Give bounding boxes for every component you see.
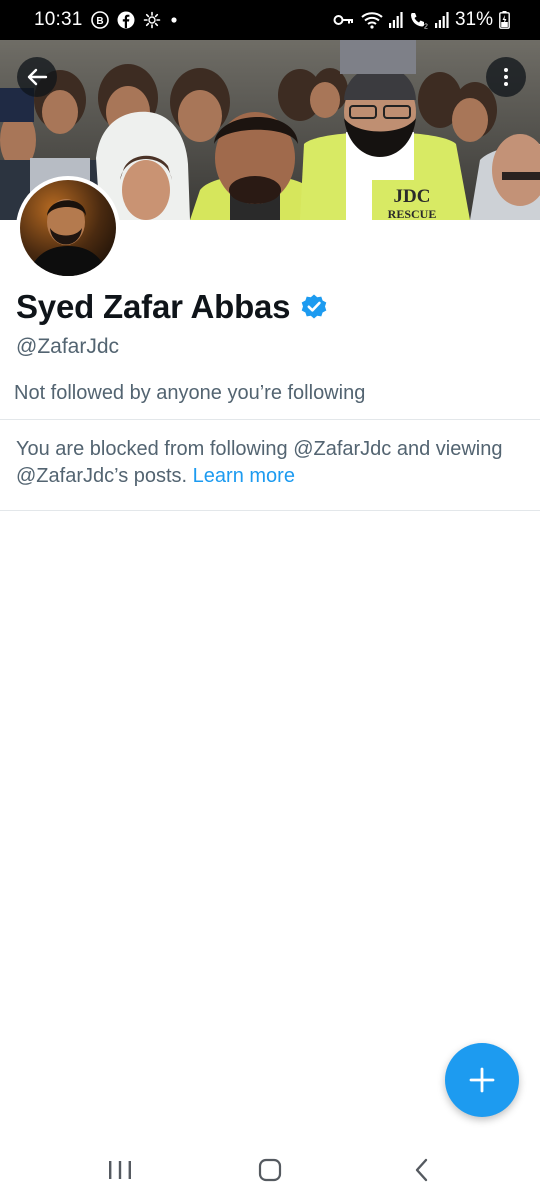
verified-badge-icon[interactable] bbox=[300, 293, 328, 321]
b-badge-icon: B bbox=[90, 11, 109, 29]
display-name-row: Syed Zafar Abbas bbox=[16, 288, 328, 326]
back-arrow-icon bbox=[27, 68, 48, 86]
status-right: 2 31% bbox=[333, 0, 510, 40]
vest-text-rescue: RESCUE bbox=[388, 207, 437, 220]
divider bbox=[0, 419, 540, 420]
status-time: 10:31 bbox=[34, 9, 83, 30]
signal-icon bbox=[388, 12, 403, 28]
signal-icon-2 bbox=[434, 12, 449, 28]
status-bar: 10:31 B 2 31% bbox=[0, 0, 540, 40]
home-icon bbox=[258, 1158, 282, 1182]
profile-avatar[interactable] bbox=[16, 176, 120, 280]
call-signal-icon: 2 bbox=[409, 11, 429, 29]
battery-icon bbox=[499, 11, 510, 29]
back-icon bbox=[415, 1158, 428, 1182]
svg-text:B: B bbox=[96, 16, 103, 27]
back-button[interactable] bbox=[17, 57, 57, 97]
vest-text-jdc: JDC bbox=[394, 186, 431, 207]
recents-button[interactable] bbox=[90, 1150, 150, 1190]
plus-icon bbox=[469, 1067, 495, 1093]
avatar-photo bbox=[20, 180, 116, 276]
home-button[interactable] bbox=[240, 1150, 300, 1190]
dot-icon bbox=[169, 15, 179, 25]
system-nav-bar bbox=[0, 1140, 540, 1200]
more-options-button[interactable] bbox=[486, 57, 526, 97]
settings-gear-icon bbox=[143, 11, 161, 29]
key-icon bbox=[333, 13, 355, 27]
recents-icon bbox=[109, 1161, 131, 1179]
learn-more-link[interactable]: Learn more bbox=[193, 465, 295, 487]
profile-screen: 10:31 B 2 31% JDC RESCUE Syed Zafar Abba… bbox=[0, 0, 540, 1200]
followers-you-know-note[interactable]: Not followed by anyone you’re following bbox=[14, 382, 365, 405]
system-back-button[interactable] bbox=[392, 1150, 452, 1190]
profile-handle: @ZafarJdc bbox=[16, 335, 120, 358]
facebook-icon bbox=[117, 11, 135, 29]
status-left: 10:31 B bbox=[34, 0, 179, 40]
blocked-message: You are blocked from following @ZafarJdc… bbox=[16, 436, 524, 490]
compose-post-button[interactable] bbox=[445, 1043, 519, 1117]
svg-text:2: 2 bbox=[424, 24, 428, 30]
display-name: Syed Zafar Abbas bbox=[16, 288, 291, 325]
battery-percent: 31% bbox=[454, 9, 493, 30]
more-vertical-icon bbox=[504, 68, 508, 86]
wifi-icon bbox=[361, 11, 383, 29]
divider bbox=[0, 510, 540, 511]
